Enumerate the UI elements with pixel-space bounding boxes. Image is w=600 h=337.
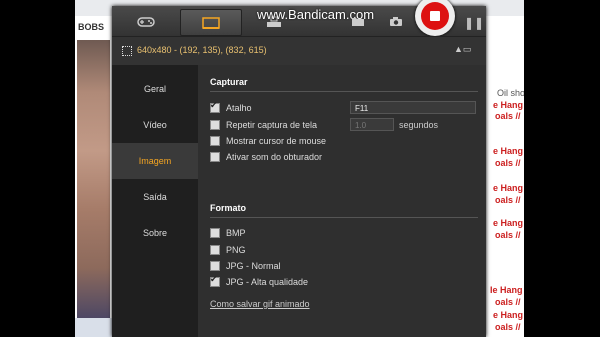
format-bmp-option[interactable]: BMP xyxy=(210,228,246,238)
format-jpg-normal-label: JPG - Normal xyxy=(226,261,281,271)
page-link-snippet[interactable]: oals // xyxy=(495,322,521,332)
sidebar-item-video[interactable]: Vídeo xyxy=(112,107,198,143)
format-jpg-alta-label: JPG - Alta qualidade xyxy=(226,277,309,287)
sidebar-item-saida[interactable]: Saída xyxy=(112,179,198,215)
gif-help-link[interactable]: Como salvar gif animado xyxy=(210,299,310,309)
page-text-snippet: Oil sho xyxy=(497,88,524,98)
page-title-snippet: BOBS xyxy=(78,22,105,32)
pause-icon[interactable]: ❚❚ xyxy=(464,16,484,30)
format-png-checkbox[interactable] xyxy=(210,245,220,255)
sidebar-item-sobre[interactable]: Sobre xyxy=(112,215,198,251)
collapse-window-icon[interactable]: ▲▭ xyxy=(454,44,471,55)
record-button[interactable] xyxy=(415,0,455,36)
format-bmp-checkbox[interactable] xyxy=(210,228,220,238)
page-link-snippet[interactable]: oals // xyxy=(495,195,521,205)
capture-area-info-bar: 640x480 - (192, 135), (832, 615) ▲▭ xyxy=(112,36,486,66)
page-link-snippet[interactable]: oals // xyxy=(495,297,521,307)
page-link-snippet[interactable]: e Hang xyxy=(493,146,523,156)
format-png-label: PNG xyxy=(226,245,246,255)
atalho-option[interactable]: Atalho xyxy=(210,100,252,113)
format-jpg-alta-option[interactable]: JPG - Alta qualidade xyxy=(210,274,309,287)
page-link-snippet[interactable]: e Hang xyxy=(493,100,523,110)
hotkey-field[interactable]: F11 xyxy=(350,101,476,114)
screen-rectangle-icon xyxy=(202,16,220,29)
section-divider xyxy=(210,91,478,92)
open-folder-button[interactable] xyxy=(338,9,378,34)
folder-icon xyxy=(352,18,364,26)
page-link-snippet[interactable]: e Hang xyxy=(493,310,523,320)
mostrar-cursor-checkbox[interactable] xyxy=(210,136,220,146)
screen-mode-button[interactable] xyxy=(180,9,242,36)
page-photo xyxy=(77,40,110,332)
letterbox-left xyxy=(0,0,75,337)
page-link-snippet[interactable]: oals // xyxy=(495,111,521,121)
bandicam-toolbar: www.Bandicam.com ❚❚ xyxy=(112,0,486,36)
page-link-snippet[interactable]: oals // xyxy=(495,158,521,168)
atalho-label: Atalho xyxy=(226,103,252,113)
page-photo-caption-area xyxy=(75,318,115,337)
game-mode-button[interactable] xyxy=(116,9,176,34)
format-bmp-label: BMP xyxy=(226,228,246,238)
capture-area-text: 640x480 - (192, 135), (832, 615) xyxy=(137,45,267,55)
settings-sidebar: Geral Vídeo Imagem Saída Sobre xyxy=(112,65,198,337)
repetir-captura-option[interactable]: Repetir captura de tela xyxy=(210,120,317,130)
letterbox-right xyxy=(524,0,600,337)
image-settings-panel: Capturar Atalho F11 Repetir captura de t… xyxy=(198,65,486,337)
mostrar-cursor-option[interactable]: Mostrar cursor de mouse xyxy=(210,136,326,146)
som-obturador-option[interactable]: Ativar som do obturador xyxy=(210,152,322,162)
repetir-captura-label: Repetir captura de tela xyxy=(226,120,318,130)
record-icon xyxy=(421,2,449,30)
camera-icon xyxy=(390,17,402,26)
page-link-snippet[interactable]: e Hang xyxy=(493,218,523,228)
page-link-snippet[interactable]: Ie Hang xyxy=(490,285,523,295)
sidebar-item-geral[interactable]: Geral xyxy=(112,71,198,107)
repeat-unit-label: segundos xyxy=(399,120,439,130)
bandicam-window: www.Bandicam.com ❚❚ 640x480 - (192, 135)… xyxy=(112,0,486,337)
stop-icon xyxy=(430,11,440,21)
formato-section-title: Formato xyxy=(210,203,246,213)
gamepad-icon xyxy=(137,16,155,27)
page-link-snippet[interactable]: e Hang xyxy=(493,183,523,193)
som-obturador-label: Ativar som do obturador xyxy=(226,152,323,162)
format-png-option[interactable]: PNG xyxy=(210,245,246,255)
capturar-section-title: Capturar xyxy=(210,77,248,87)
section-divider xyxy=(210,217,478,218)
sidebar-item-imagem[interactable]: Imagem xyxy=(112,143,198,179)
format-jpg-normal-checkbox[interactable] xyxy=(210,261,220,271)
repetir-captura-checkbox[interactable] xyxy=(210,120,220,130)
screenshot-button[interactable] xyxy=(378,9,414,34)
repeat-interval-field[interactable]: 1.0 xyxy=(350,118,394,131)
page-link-snippet[interactable]: oals // xyxy=(495,230,521,240)
som-obturador-checkbox[interactable] xyxy=(210,152,220,162)
atalho-checkbox[interactable] xyxy=(210,100,220,113)
format-jpg-normal-option[interactable]: JPG - Normal xyxy=(210,261,281,271)
mostrar-cursor-label: Mostrar cursor de mouse xyxy=(226,136,327,146)
selection-area-icon xyxy=(122,46,132,56)
format-jpg-alta-checkbox[interactable] xyxy=(210,274,220,287)
